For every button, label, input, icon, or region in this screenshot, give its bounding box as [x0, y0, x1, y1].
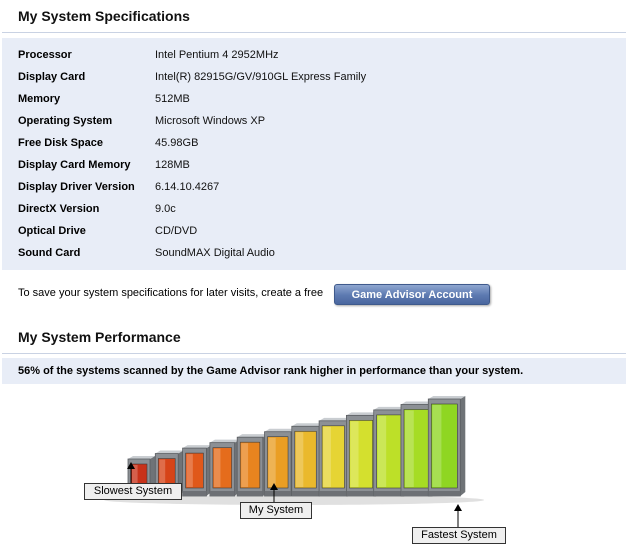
rank-text: 56% of the systems scanned by the Game A… [18, 365, 524, 377]
spec-label: Display Card [18, 71, 86, 83]
save-prompt-text: To save your system specifications for l… [18, 287, 324, 299]
performance-tower [264, 428, 297, 497]
specs-title: My System Specifications [18, 8, 190, 24]
spec-label: Operating System [18, 115, 113, 127]
my-system-label: My System [240, 502, 312, 519]
performance-tower [209, 439, 240, 497]
performance-tower [427, 396, 466, 497]
spec-value: 9.0c [155, 203, 176, 215]
fastest-system-label: Fastest System [412, 527, 506, 544]
spec-label: Sound Card [18, 247, 81, 259]
spec-label: Processor [18, 49, 72, 61]
game-advisor-account-button[interactable]: Game Advisor Account [334, 284, 490, 305]
spec-label: Display Driver Version [18, 181, 135, 193]
spec-value: 512MB [155, 93, 190, 105]
performance-graphic [104, 396, 485, 527]
slowest-system-label: Slowest System [84, 483, 182, 500]
fastest-arrow-icon [454, 504, 462, 527]
rank-banner: 56% of the systems scanned by the Game A… [2, 358, 626, 384]
spec-value: Intel Pentium 4 2952MHz [155, 49, 279, 61]
spec-value: SoundMAX Digital Audio [155, 247, 275, 259]
spec-value: 128MB [155, 159, 190, 171]
divider [2, 353, 626, 354]
performance-title: My System Performance [18, 329, 181, 345]
spec-label: Display Card Memory [18, 159, 131, 171]
divider [2, 32, 626, 33]
spec-label: DirectX Version [18, 203, 100, 215]
spec-value: 45.98GB [155, 137, 199, 149]
performance-tower [236, 434, 268, 497]
spec-label: Memory [18, 93, 61, 105]
spec-value: CD/DVD [155, 225, 198, 237]
spec-value: Microsoft Windows XP [155, 115, 266, 127]
spec-label: Optical Drive [18, 225, 86, 237]
spec-value: 6.14.10.4267 [155, 181, 220, 193]
performance-tower [182, 445, 212, 497]
spec-value: Intel(R) 82915G/GV/910GL Express Family [155, 71, 367, 83]
specs-panel: Processor Intel Pentium 4 2952MHz Displa… [2, 38, 626, 270]
spec-label: Free Disk Space [18, 137, 103, 149]
